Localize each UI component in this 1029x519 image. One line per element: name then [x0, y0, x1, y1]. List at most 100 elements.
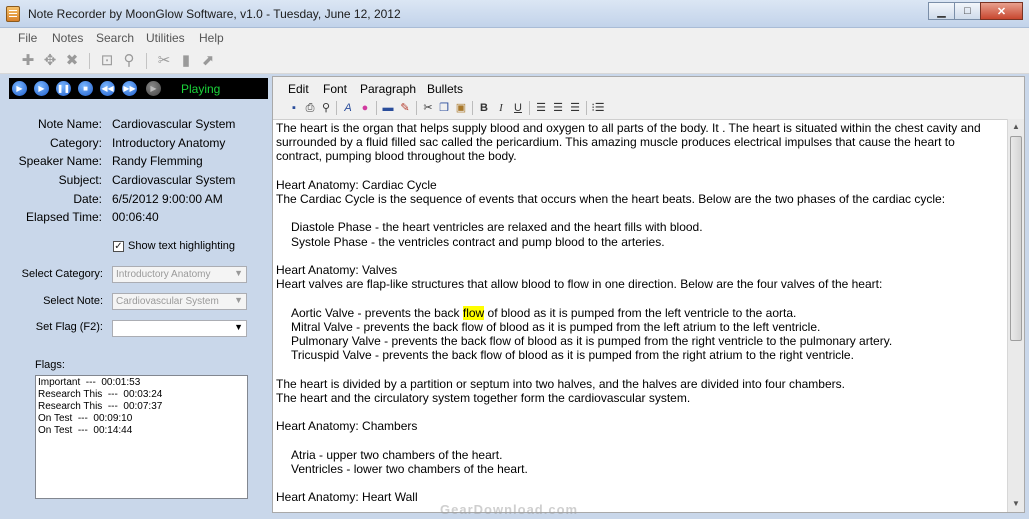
- field-label: Note Name:: [37, 117, 102, 131]
- list-line: Mitral Valve - prevents the back flow of…: [291, 319, 821, 334]
- list-line: Tricuspid Valve - prevents the back flow…: [291, 348, 854, 363]
- save-icon[interactable]: ▪: [287, 101, 301, 115]
- highlight-icon[interactable]: ▬: [381, 101, 395, 115]
- scroll-thumb[interactable]: [1010, 136, 1022, 341]
- note-info-panel: ▶ ▶ ❚❚ ■ ◀◀ ▶▶ ▶ Playing Note Name: Card…: [6, 76, 268, 513]
- pause-icon[interactable]: ❚❚: [56, 81, 71, 96]
- section-heading: Heart Anatomy: Valves: [276, 263, 398, 278]
- play-from-start-icon[interactable]: ▶: [34, 81, 49, 96]
- text-run: of blood as it is pumped from the left v…: [484, 305, 797, 320]
- select-category-dropdown[interactable]: Introductory Anatomy ▼: [112, 266, 247, 283]
- document-text-area[interactable]: The heart is the organ that helps supply…: [273, 119, 1007, 512]
- field-label: Speaker Name:: [18, 154, 102, 168]
- field-value: Cardiovascular System: [112, 117, 236, 131]
- align-center-icon[interactable]: ☰: [551, 101, 565, 115]
- field-value: Randy Flemming: [112, 154, 203, 168]
- align-left-icon[interactable]: ☰: [534, 101, 548, 115]
- editor-menu-edit[interactable]: Edit: [288, 82, 309, 96]
- field-value: 6/5/2012 9:00:00 AM: [112, 192, 223, 206]
- field-value: Introductory Anatomy: [112, 136, 226, 150]
- flag-item[interactable]: On Test --- 00:14:44: [38, 425, 245, 437]
- move-icon[interactable]: ✥: [42, 53, 58, 69]
- rewind-icon[interactable]: ◀◀: [100, 81, 115, 96]
- cut-icon[interactable]: ✂: [421, 101, 435, 115]
- copy-icon[interactable]: ❐: [437, 101, 451, 115]
- list-line: Diastole Phase - the heart ventricles ar…: [291, 220, 703, 235]
- italic-icon[interactable]: I: [494, 101, 508, 115]
- field-note-name: Note Name: Cardiovascular System: [6, 117, 268, 133]
- editor-toolbar: ▪ ⎙ ⚲ A ● ▬ ✎ ✂ ❐ ▣ B I U ☰ ☰ ☰ ⁝☰: [273, 99, 1024, 117]
- toolbar-separator: [586, 101, 587, 115]
- bold-icon[interactable]: B: [477, 101, 491, 115]
- toolbar-separator: [376, 101, 377, 115]
- vertical-scrollbar[interactable]: ▲ ▼: [1007, 119, 1024, 512]
- show-highlight-label: Show text highlighting: [128, 240, 236, 252]
- flag-item[interactable]: On Test --- 00:09:10: [38, 413, 245, 425]
- scroll-down-icon[interactable]: ▼: [1008, 496, 1024, 512]
- record-icon[interactable]: ▶: [146, 81, 161, 96]
- export-icon[interactable]: ⬈: [200, 53, 216, 69]
- toolbar-separator: [472, 101, 473, 115]
- set-flag-label: Set Flag (F2):: [35, 321, 103, 333]
- paragraph: The heart is divided by a partition or s…: [276, 376, 845, 391]
- paste-icon[interactable]: ▣: [454, 101, 468, 115]
- delete-icon[interactable]: ✖: [64, 53, 80, 69]
- fast-forward-icon[interactable]: ▶▶: [122, 81, 137, 96]
- select-note-dropdown[interactable]: Cardiovascular System ▼: [112, 293, 247, 310]
- field-category: Category: Introductory Anatomy: [6, 136, 268, 152]
- font-icon[interactable]: A: [341, 101, 355, 115]
- flag-item[interactable]: Important --- 00:01:53: [38, 377, 245, 389]
- tools-icon[interactable]: ✂: [156, 53, 172, 69]
- paragraph: The Cardiac Cycle is the sequence of eve…: [276, 192, 946, 207]
- maximize-button[interactable]: □: [954, 2, 981, 20]
- menu-search[interactable]: Search: [96, 31, 134, 45]
- toolbar-separator: [416, 101, 417, 115]
- minimize-button[interactable]: ▁: [928, 2, 955, 20]
- set-flag-dropdown[interactable]: ▼: [112, 320, 247, 337]
- note-icon[interactable]: ▮: [178, 53, 194, 69]
- flag-item[interactable]: Research This --- 00:07:37: [38, 401, 245, 413]
- field-value: 00:06:40: [112, 210, 159, 224]
- print-icon[interactable]: ⎙: [303, 101, 317, 115]
- menu-notes[interactable]: Notes: [52, 31, 83, 45]
- field-label: Date:: [73, 192, 102, 206]
- field-label: Elapsed Time:: [25, 210, 102, 224]
- color-icon[interactable]: ●: [358, 101, 372, 115]
- select-category-label: Select Category:: [21, 268, 103, 280]
- app-icon: [6, 6, 20, 22]
- list-line: Atria - upper two chambers of the heart.: [291, 447, 503, 462]
- field-elapsed-time: Elapsed Time: 00:06:40: [6, 210, 268, 226]
- editor-menu-bullets[interactable]: Bullets: [427, 82, 463, 96]
- stop-icon[interactable]: ■: [78, 81, 93, 96]
- editor-menu-paragraph[interactable]: Paragraph: [360, 82, 416, 96]
- show-highlight-checkbox[interactable]: ✓: [113, 241, 124, 252]
- search-icon[interactable]: ⚲: [121, 53, 137, 69]
- flag-item[interactable]: Research This --- 00:03:24: [38, 389, 245, 401]
- scroll-up-icon[interactable]: ▲: [1008, 119, 1024, 135]
- select-note-label: Select Note:: [43, 295, 103, 307]
- menu-file[interactable]: File: [18, 31, 37, 45]
- toolbar-separator: [89, 53, 90, 69]
- field-label: Subject:: [58, 173, 102, 187]
- add-icon[interactable]: ✚: [20, 53, 36, 69]
- play-icon[interactable]: ▶: [12, 81, 27, 96]
- field-speaker-name: Speaker Name: Randy Flemming: [6, 154, 268, 170]
- align-right-icon[interactable]: ☰: [568, 101, 582, 115]
- watermark: GearDownload.com: [440, 502, 579, 517]
- eraser-icon[interactable]: ✎: [398, 101, 412, 115]
- underline-icon[interactable]: U: [511, 101, 525, 115]
- close-button[interactable]: ✕: [980, 2, 1023, 20]
- list-icon[interactable]: ⁝☰: [591, 101, 605, 115]
- section-heading: Heart Anatomy: Chambers: [276, 419, 418, 434]
- editor-menu-bar: Edit Font Paragraph Bullets: [273, 77, 1024, 99]
- intro-paragraph: The heart is the organ that helps supply…: [276, 121, 984, 164]
- preview-icon[interactable]: ⚲: [319, 101, 333, 115]
- menu-help[interactable]: Help: [199, 31, 224, 45]
- section-heading: Heart Anatomy: Cardiac Cycle: [276, 177, 437, 192]
- editor-menu-font[interactable]: Font: [323, 82, 347, 96]
- flags-list[interactable]: Important --- 00:01:53 Research This ---…: [35, 375, 248, 499]
- title-bar: Note Recorder by MoonGlow Software, v1.0…: [0, 0, 1029, 28]
- menu-utilities[interactable]: Utilities: [146, 31, 185, 45]
- toolbar-separator: [529, 101, 530, 115]
- find-icon[interactable]: ⊡: [99, 53, 115, 69]
